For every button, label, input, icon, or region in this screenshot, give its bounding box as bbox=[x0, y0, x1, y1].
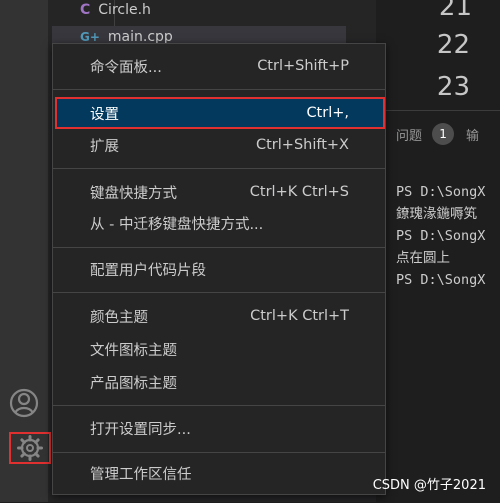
file-name: Circle.h bbox=[98, 2, 151, 18]
file-item-circle-h[interactable]: C Circle.h bbox=[80, 0, 151, 21]
menu-item-command-palette[interactable]: 命令面板... Ctrl+Shift+P bbox=[53, 50, 385, 82]
menu-item-shortcut: Ctrl+K Ctrl+S bbox=[249, 184, 349, 200]
bottom-panel: 问题 1 输 PS D:\SongX 鐐瑰湪鍦嗕笂 PS D:\SongX 点在… bbox=[376, 110, 500, 503]
account-button[interactable] bbox=[6, 385, 42, 421]
c-file-icon: C bbox=[80, 2, 91, 18]
watermark: CSDN @竹子2021 bbox=[372, 478, 486, 493]
activity-bar bbox=[0, 0, 48, 502]
panel-tabs: 问题 1 输 bbox=[396, 123, 479, 145]
menu-item-user-snippets[interactable]: 配置用户代码片段 bbox=[53, 253, 385, 285]
menu-item-label: 配置用户代码片段 bbox=[90, 262, 206, 279]
menu-item-color-theme[interactable]: 颜色主题 Ctrl+K Ctrl+T bbox=[53, 300, 385, 332]
terminal-output[interactable]: PS D:\SongX 鐐瑰湪鍦嗕笂 PS D:\SongX 点在圆上 PS D… bbox=[396, 181, 485, 291]
account-icon bbox=[9, 388, 39, 418]
menu-item-label: 打开设置同步... bbox=[90, 421, 191, 438]
menu-item-settings[interactable]: 设置 Ctrl+, bbox=[55, 97, 385, 129]
terminal-line: PS D:\SongX bbox=[396, 184, 486, 200]
menu-item-shortcut: Ctrl+K Ctrl+T bbox=[250, 308, 349, 324]
line-number: 21 bbox=[438, 0, 472, 22]
menu-separator bbox=[53, 292, 385, 293]
terminal-line: 点在圆上 bbox=[396, 250, 450, 266]
menu-item-keyboard-shortcuts[interactable]: 键盘快捷方式 Ctrl+K Ctrl+S bbox=[53, 176, 385, 208]
menu-separator bbox=[53, 405, 385, 406]
menu-item-label: 从 - 中迁移键盘快捷方式... bbox=[90, 216, 264, 233]
menu-item-label: 扩展 bbox=[90, 138, 119, 155]
menu-item-migrate-keybindings[interactable]: 从 - 中迁移键盘快捷方式... bbox=[53, 207, 385, 239]
line-number: 22 bbox=[436, 30, 470, 60]
menu-item-label: 命令面板... bbox=[90, 59, 162, 76]
editor-area[interactable]: 21 22 23 bbox=[376, 0, 500, 110]
terminal-line: 鐐瑰湪鍦嗕笂 bbox=[396, 206, 477, 222]
manage-button[interactable] bbox=[9, 432, 51, 464]
menu-item-settings-sync[interactable]: 打开设置同步... bbox=[53, 412, 385, 444]
menu-item-label: 设置 bbox=[90, 106, 119, 123]
menu-item-label: 颜色主题 bbox=[90, 309, 148, 326]
gear-icon bbox=[17, 435, 43, 461]
terminal-line: PS D:\SongX bbox=[396, 272, 486, 288]
problems-count-badge: 1 bbox=[432, 123, 455, 145]
line-number: 23 bbox=[436, 72, 470, 102]
menu-item-label: 管理工作区信任 bbox=[90, 466, 192, 483]
menu-item-product-icon-theme[interactable]: 产品图标主题 bbox=[53, 366, 385, 398]
menu-item-file-icon-theme[interactable]: 文件图标主题 bbox=[53, 333, 385, 365]
menu-item-extensions[interactable]: 扩展 Ctrl+Shift+X bbox=[53, 129, 385, 161]
menu-item-shortcut: Ctrl+Shift+P bbox=[257, 58, 349, 74]
terminal-line: PS D:\SongX bbox=[396, 228, 486, 244]
menu-separator bbox=[53, 89, 385, 90]
menu-separator bbox=[53, 452, 385, 453]
menu-item-shortcut: Ctrl+Shift+X bbox=[256, 137, 349, 153]
menu-separator bbox=[53, 168, 385, 169]
menu-item-shortcut: Ctrl+, bbox=[306, 105, 349, 121]
menu-item-label: 键盘快捷方式 bbox=[90, 185, 177, 202]
menu-item-workspace-trust[interactable]: 管理工作区信任 bbox=[53, 457, 385, 489]
menu-separator bbox=[53, 247, 385, 248]
menu-item-label: 文件图标主题 bbox=[90, 342, 177, 359]
tab-problems[interactable]: 问题 bbox=[396, 125, 422, 144]
manage-context-menu: 命令面板... Ctrl+Shift+P 设置 Ctrl+, 扩展 Ctrl+S… bbox=[52, 43, 386, 495]
tab-output[interactable]: 输 bbox=[466, 125, 479, 144]
cpp-file-icon: G+ bbox=[80, 30, 100, 44]
menu-item-label: 产品图标主题 bbox=[90, 375, 177, 392]
